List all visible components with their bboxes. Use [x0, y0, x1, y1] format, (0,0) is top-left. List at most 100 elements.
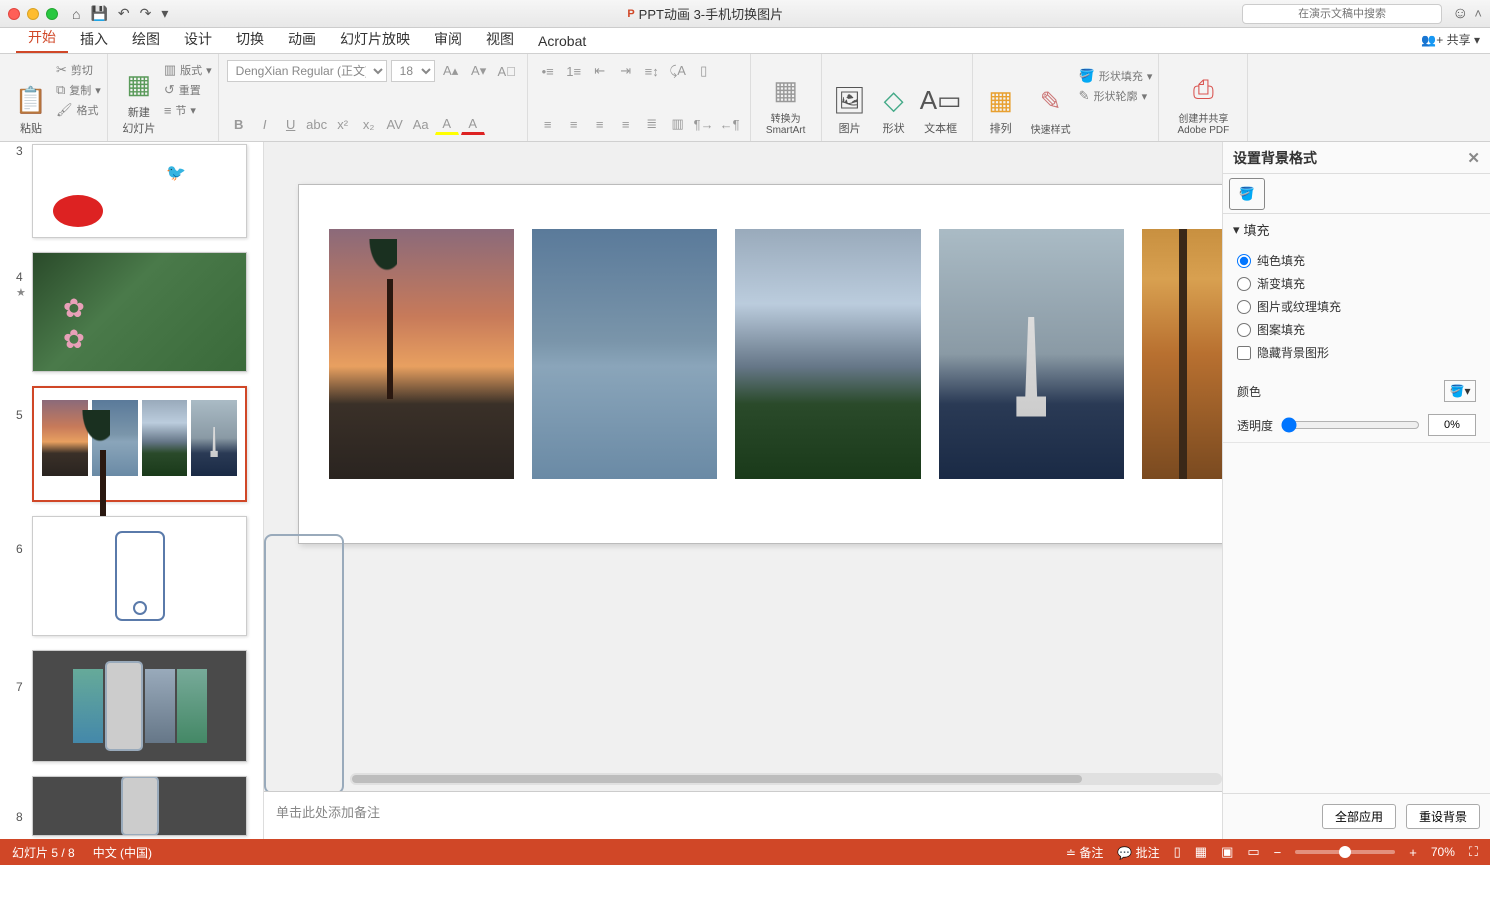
- thumb-6[interactable]: [32, 516, 247, 636]
- bold-button[interactable]: B: [227, 113, 251, 135]
- align-center-button[interactable]: ≡: [562, 113, 586, 135]
- gradient-fill-radio[interactable]: 渐变填充: [1237, 272, 1476, 295]
- notes-pane[interactable]: 单击此处添加备注: [264, 791, 1222, 839]
- font-color-button[interactable]: A: [461, 113, 485, 135]
- char-spacing-button[interactable]: AV: [383, 113, 407, 135]
- numbering-button[interactable]: 1≡: [562, 60, 586, 82]
- phone-frame-shape[interactable]: [264, 534, 344, 791]
- tab-insert[interactable]: 插入: [68, 25, 120, 53]
- thumb-4[interactable]: [32, 252, 247, 372]
- transparency-slider[interactable]: [1281, 417, 1420, 433]
- tab-animations[interactable]: 动画: [276, 25, 328, 53]
- format-painter-button[interactable]: 🖌格式: [56, 102, 101, 118]
- clear-format-button[interactable]: A⃠: [495, 60, 519, 82]
- subscript-button[interactable]: x₂: [357, 113, 381, 135]
- tab-transitions[interactable]: 切换: [224, 25, 276, 53]
- thumb-7[interactable]: [32, 650, 247, 762]
- arrange-button[interactable]: ▦排列: [979, 58, 1023, 136]
- share-button[interactable]: 👥+ 共享 ▾: [1421, 31, 1480, 48]
- picture-button[interactable]: 🖼图片: [828, 58, 872, 136]
- paste-button[interactable]: 📋 粘贴: [6, 58, 56, 136]
- new-slide-button[interactable]: ▦ 新建 幻灯片: [114, 58, 164, 136]
- notes-toggle[interactable]: ≐ 备注: [1066, 844, 1103, 861]
- solid-fill-radio[interactable]: 纯色填充: [1237, 249, 1476, 272]
- normal-view-icon[interactable]: ▯: [1174, 844, 1181, 860]
- strike-button[interactable]: abc: [305, 113, 329, 135]
- reset-button[interactable]: ↺重置: [164, 82, 212, 98]
- decrease-indent-button[interactable]: ⇤: [588, 60, 612, 82]
- color-picker-button[interactable]: 🪣▾: [1444, 380, 1476, 402]
- language-indicator[interactable]: 中文 (中国): [93, 844, 152, 861]
- ltr-button[interactable]: ¶→: [692, 113, 716, 135]
- columns-button[interactable]: ▥: [666, 113, 690, 135]
- picture-fill-radio[interactable]: 图片或纹理填充: [1237, 295, 1476, 318]
- fill-tab[interactable]: 🪣: [1229, 178, 1265, 210]
- tab-view[interactable]: 视图: [474, 25, 526, 53]
- smartart-button[interactable]: ▦ 转换为 SmartArt: [757, 58, 815, 136]
- italic-button[interactable]: I: [253, 113, 277, 135]
- shrink-font-button[interactable]: A▾: [467, 60, 491, 82]
- font-size-select[interactable]: 18: [391, 60, 435, 82]
- cut-button[interactable]: ✂剪切: [56, 62, 101, 78]
- undo-icon[interactable]: ↶: [118, 5, 130, 22]
- rtl-button[interactable]: ←¶: [718, 113, 742, 135]
- image-forest[interactable]: [1142, 229, 1222, 479]
- canvas-scroll[interactable]: ✥: [264, 142, 1222, 791]
- fill-section-header[interactable]: ▾ 填充: [1223, 214, 1490, 245]
- thumb-8[interactable]: [32, 776, 247, 836]
- slideshow-view-icon[interactable]: ▭: [1247, 844, 1259, 860]
- underline-button[interactable]: U: [279, 113, 303, 135]
- section-button[interactable]: ≡节 ▾: [164, 102, 212, 118]
- slide-indicator[interactable]: 幻灯片 5 / 8: [12, 844, 75, 861]
- image-mountain[interactable]: [735, 229, 920, 479]
- align-left-button[interactable]: ≡: [536, 113, 560, 135]
- zoom-value[interactable]: 70%: [1431, 845, 1455, 859]
- align-right-button[interactable]: ≡: [588, 113, 612, 135]
- image-pier[interactable]: [532, 229, 717, 479]
- redo-icon[interactable]: ↷: [140, 5, 152, 22]
- comments-toggle[interactable]: 💬 批注: [1117, 844, 1159, 861]
- pattern-fill-radio[interactable]: 图案填充: [1237, 318, 1476, 341]
- text-direction-button[interactable]: ⤹A: [666, 60, 690, 82]
- tab-slideshow[interactable]: 幻灯片放映: [328, 25, 422, 53]
- distribute-button[interactable]: ≣: [640, 113, 664, 135]
- close-pane-icon[interactable]: ✕: [1467, 149, 1480, 167]
- close-window[interactable]: [8, 8, 20, 20]
- tab-design[interactable]: 设计: [172, 25, 224, 53]
- top-caret-icon[interactable]: ˄: [1474, 6, 1482, 21]
- justify-button[interactable]: ≡: [614, 113, 638, 135]
- h-scrollbar[interactable]: [350, 773, 1222, 785]
- align-text-button[interactable]: ▯: [692, 60, 716, 82]
- shape-fill-button[interactable]: 🪣形状填充 ▾: [1079, 68, 1153, 84]
- minimize-window[interactable]: [27, 8, 39, 20]
- thumb-5[interactable]: [32, 386, 247, 502]
- tab-acrobat[interactable]: Acrobat: [526, 29, 598, 53]
- zoom-out-button[interactable]: −: [1274, 845, 1282, 860]
- change-case-button[interactable]: Aa: [409, 113, 433, 135]
- textbox-button[interactable]: A▭文本框: [916, 58, 966, 136]
- home-icon[interactable]: ⌂: [72, 6, 80, 22]
- thumb-3[interactable]: 🐦: [32, 144, 247, 238]
- zoom-knob[interactable]: [1339, 846, 1351, 858]
- zoom-in-button[interactable]: +: [1409, 845, 1417, 860]
- layout-button[interactable]: ▥版式 ▾: [164, 62, 212, 78]
- search-input[interactable]: [1242, 4, 1442, 24]
- increase-indent-button[interactable]: ⇥: [614, 60, 638, 82]
- shapes-button[interactable]: ◇形状: [872, 58, 916, 136]
- image-ship[interactable]: [939, 229, 1124, 479]
- zoom-window[interactable]: [46, 8, 58, 20]
- feedback-icon[interactable]: ☺: [1452, 5, 1468, 23]
- hide-bg-checkbox[interactable]: 隐藏背景图形: [1237, 341, 1476, 364]
- grow-font-button[interactable]: A▴: [439, 60, 463, 82]
- highlight-button[interactable]: A: [435, 113, 459, 135]
- slide-thumbnails[interactable]: 3 🐦 4 ★ 5 6 7 8: [0, 142, 264, 839]
- create-pdf-button[interactable]: ⎙创建并共享 Adobe PDF: [1165, 58, 1241, 136]
- superscript-button[interactable]: x²: [331, 113, 355, 135]
- zoom-slider[interactable]: [1295, 850, 1395, 854]
- sorter-view-icon[interactable]: ▦: [1195, 844, 1207, 860]
- save-icon[interactable]: 💾: [90, 5, 107, 22]
- font-name-select[interactable]: DengXian Regular (正文): [227, 60, 387, 82]
- tab-review[interactable]: 审阅: [422, 25, 474, 53]
- qat-more-icon[interactable]: ▾: [161, 5, 168, 22]
- slide-canvas[interactable]: [298, 184, 1222, 544]
